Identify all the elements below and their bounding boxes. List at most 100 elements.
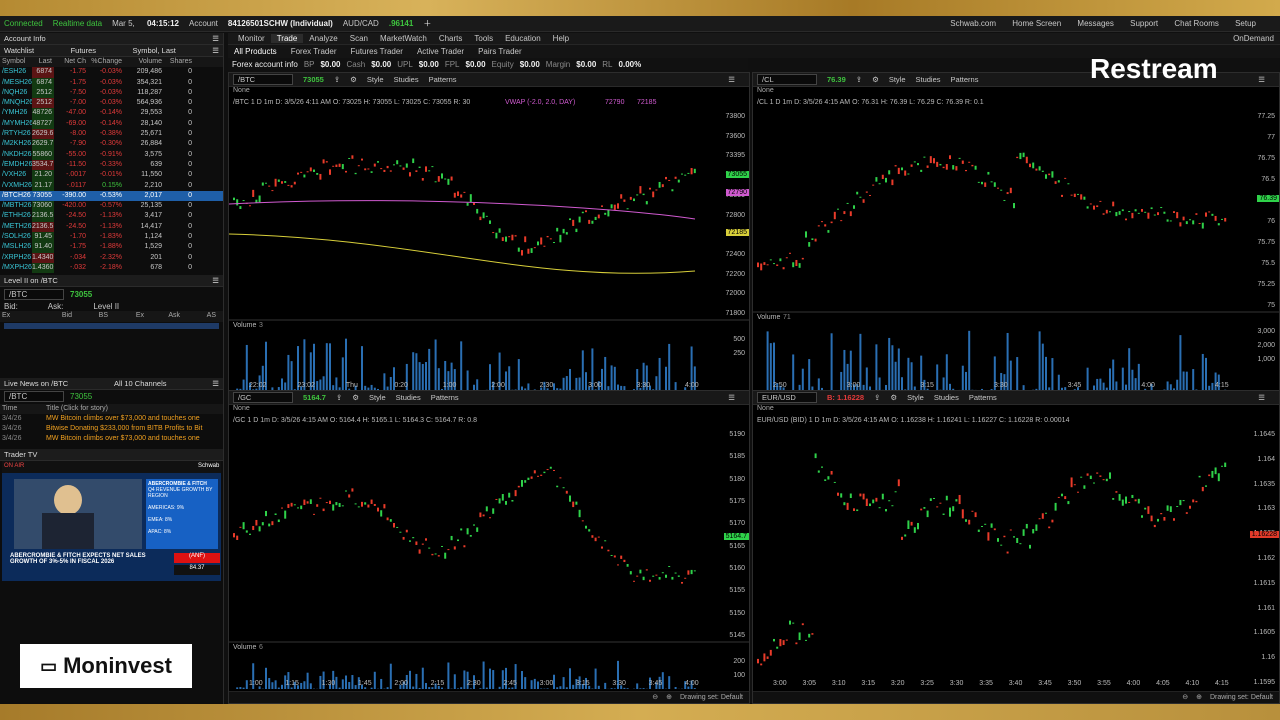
subtab-futures-trader[interactable]: Futures Trader: [350, 47, 402, 56]
candle: [993, 182, 996, 187]
fpl-value: $0.00: [465, 59, 486, 69]
subtab-pairs-trader[interactable]: Pairs Trader: [478, 47, 522, 56]
menu-icon[interactable]: ☰: [212, 46, 219, 55]
candle: [482, 514, 485, 517]
news-title[interactable]: Bitwise Donating $233,000 from BITB Prof…: [46, 424, 216, 434]
volume-bar: [485, 687, 488, 689]
menu-icon[interactable]: ☰: [212, 379, 219, 388]
price-plot[interactable]: [229, 73, 750, 406]
table-row[interactable]: /MNQH26 2512 -7.00 -0.03% 564,936 0: [0, 98, 223, 109]
tab-monitor[interactable]: Monitor: [232, 34, 271, 43]
x-tick: 3:55: [1097, 680, 1111, 687]
candle: [527, 477, 530, 480]
y-tick: 5145: [729, 632, 745, 639]
drawing-set-label[interactable]: Drawing set: Default: [680, 694, 743, 701]
subtab-all-products[interactable]: All Products: [234, 47, 277, 56]
volume-bar: [389, 376, 392, 391]
watchlist-sort[interactable]: Symbol, Last: [132, 46, 175, 55]
menu-icon[interactable]: ☰: [212, 276, 219, 285]
cell-last: 2629.7: [32, 139, 54, 150]
tab-scan[interactable]: Scan: [344, 34, 374, 43]
news-title[interactable]: MW Bitcoin climbs over $73,000 and touch…: [46, 414, 216, 424]
candle: [444, 552, 447, 559]
tab-education[interactable]: Education: [499, 34, 547, 43]
table-row[interactable]: /MYMH26 48727 -69.00 -0.14% 28,140 0: [0, 118, 223, 130]
tab-charts[interactable]: Charts: [433, 34, 469, 43]
link-messages[interactable]: Messages: [1077, 19, 1113, 28]
news-symbol-input[interactable]: /BTC: [4, 391, 64, 403]
chart-cl[interactable]: /CL 76.39 ⇪ ⚙ Style Studies Patterns ☰ None/CL 1…: [752, 72, 1280, 406]
tab-analyze[interactable]: Analyze: [303, 34, 343, 43]
col-volume[interactable]: Volume: [124, 57, 164, 67]
account-selector[interactable]: 84126501SCHW (Individual): [228, 19, 333, 28]
table-row[interactable]: /METH26 2136.5 -24.50 -1.13% 14,417 0: [0, 221, 223, 233]
link-chat-rooms[interactable]: Chat Rooms: [1174, 19, 1218, 28]
table-row[interactable]: /VXMH26 21.17 -.0117 0.15% 2,210 0: [0, 180, 223, 191]
table-row[interactable]: /NQH26 2512 -7.50 -0.03% 118,287 0: [0, 87, 223, 99]
level2-selected-row[interactable]: [4, 322, 219, 329]
link-schwab[interactable]: Schwab.com: [950, 19, 996, 28]
table-row[interactable]: /MSLH26 91.40 -1.75 -1.88% 1,529 0: [0, 242, 223, 253]
tab-trade[interactable]: Trade: [270, 34, 304, 43]
news-title[interactable]: MW Bitcoin climbs over $73,000 and touch…: [46, 434, 216, 444]
zoom-out-icon[interactable]: ⊖: [652, 694, 658, 701]
watchlist-selector[interactable]: Futures: [71, 46, 96, 55]
table-row[interactable]: /MBTH26 73060 -420.00 -0.57% 25,135 0: [0, 201, 223, 212]
price-plot[interactable]: [753, 73, 1280, 406]
tab-help[interactable]: Help: [547, 34, 575, 43]
add-button[interactable]: ＋: [423, 18, 431, 29]
candle: [837, 492, 839, 496]
quick-pair-symbol[interactable]: AUD/CAD: [343, 19, 379, 28]
col-netchange[interactable]: Net Ch: [54, 57, 88, 67]
news-row[interactable]: 3/4/26 MW Bitcoin climbs over $73,000 and…: [0, 414, 223, 424]
candle: [1073, 193, 1076, 198]
tab-marketwatch[interactable]: MarketWatch: [374, 34, 433, 43]
chart-btc[interactable]: /BTC 73055 ⇪ ⚙ Style Studies Patterns ☰ None/BTC…: [228, 72, 750, 406]
table-row[interactable]: /YMH26 48726 -47.00 -0.14% 29,553 0: [0, 108, 223, 119]
chart-eur[interactable]: EUR/USD B: 1.16228 ⇪ ⚙ Style Studies Patterns ☰…: [752, 390, 1280, 704]
volume-bar: [655, 376, 658, 391]
col-pctchange[interactable]: %Change: [88, 57, 124, 67]
chart-gc[interactable]: /GC 5164.7 ⇪ ⚙ Style Studies Patterns ☰ None/GC …: [228, 390, 750, 704]
table-row[interactable]: /RTYH26 2629.6 -8.00 -0.38% 25,671 0: [0, 129, 223, 140]
table-row[interactable]: /MESH26 6874 -1.75 -0.03% 354,321 0: [0, 77, 223, 88]
news-channel-selector[interactable]: All 10 Channels: [114, 379, 167, 388]
news-row[interactable]: 3/4/26 Bitwise Donating $233,000 from BIT…: [0, 424, 223, 434]
account-info-header[interactable]: Account Info ☰: [0, 33, 223, 45]
ondemand-button[interactable]: OnDemand: [1233, 34, 1280, 43]
zoom-in-icon[interactable]: ⊕: [666, 694, 672, 701]
price-plot[interactable]: [229, 391, 750, 704]
subtab-forex-trader[interactable]: Forex Trader: [291, 47, 337, 56]
col-last[interactable]: Last: [32, 57, 54, 67]
table-row[interactable]: /ETHH26 2136.5 -24.50 -1.13% 3,417 0: [0, 211, 223, 222]
table-row[interactable]: /ESH26 6874 -1.75 -0.03% 209,486 0: [0, 67, 223, 78]
table-row[interactable]: /M2KH26 2629.7 -7.90 -0.30% 26,884 0: [0, 139, 223, 150]
table-row[interactable]: /SOLH26 91.45 -1.70 -1.83% 1,124 0: [0, 232, 223, 243]
link-setup[interactable]: Setup: [1235, 19, 1256, 28]
subtab-active-trader[interactable]: Active Trader: [417, 47, 464, 56]
table-row[interactable]: /BTCH26 73055 -390.00 -0.53% 2,017 0: [0, 190, 223, 202]
col-shares[interactable]: Shares: [164, 57, 194, 67]
tv-ticker: (ANF): [174, 552, 220, 563]
table-row[interactable]: /EMDH26 3534.7 -11.50 -0.33% 639 0: [0, 159, 223, 171]
cell-symbol: /BTCH26: [2, 191, 31, 199]
table-row[interactable]: /VXH26 21.20 -.0017 -0.01% 11,550 0: [0, 170, 223, 181]
news-row[interactable]: 3/4/26 MW Bitcoin climbs over $73,000 and…: [0, 434, 223, 444]
candle: [1141, 515, 1143, 518]
zoom-out-icon[interactable]: ⊖: [1182, 694, 1188, 701]
drawing-set-label[interactable]: Drawing set: Default: [1210, 694, 1273, 701]
candle: [489, 517, 491, 519]
zoom-in-icon[interactable]: ⊕: [1196, 694, 1202, 701]
table-row[interactable]: /NKDH26 55860 -55.00 -0.91% 3,575 0: [0, 149, 223, 160]
level2-symbol-input[interactable]: /BTC: [4, 288, 64, 300]
link-support[interactable]: Support: [1130, 19, 1158, 28]
table-row[interactable]: /XRPH26 1.4340 -.034 -2.32% 201 0: [0, 252, 223, 263]
price-plot[interactable]: [753, 391, 1280, 704]
link-home-screen[interactable]: Home Screen: [1012, 19, 1061, 28]
tab-tools[interactable]: Tools: [468, 34, 499, 43]
table-row[interactable]: /MXPH26 1.4360 -.032 -2.18% 678 0: [0, 262, 223, 274]
trader-tv-video[interactable]: ON AIR Schwab ABERCROMBIE & FITCH Q4 REV…: [2, 460, 221, 581]
candle: [789, 252, 791, 254]
menu-icon[interactable]: ☰: [212, 34, 219, 43]
col-symbol[interactable]: Symbol: [2, 57, 32, 67]
